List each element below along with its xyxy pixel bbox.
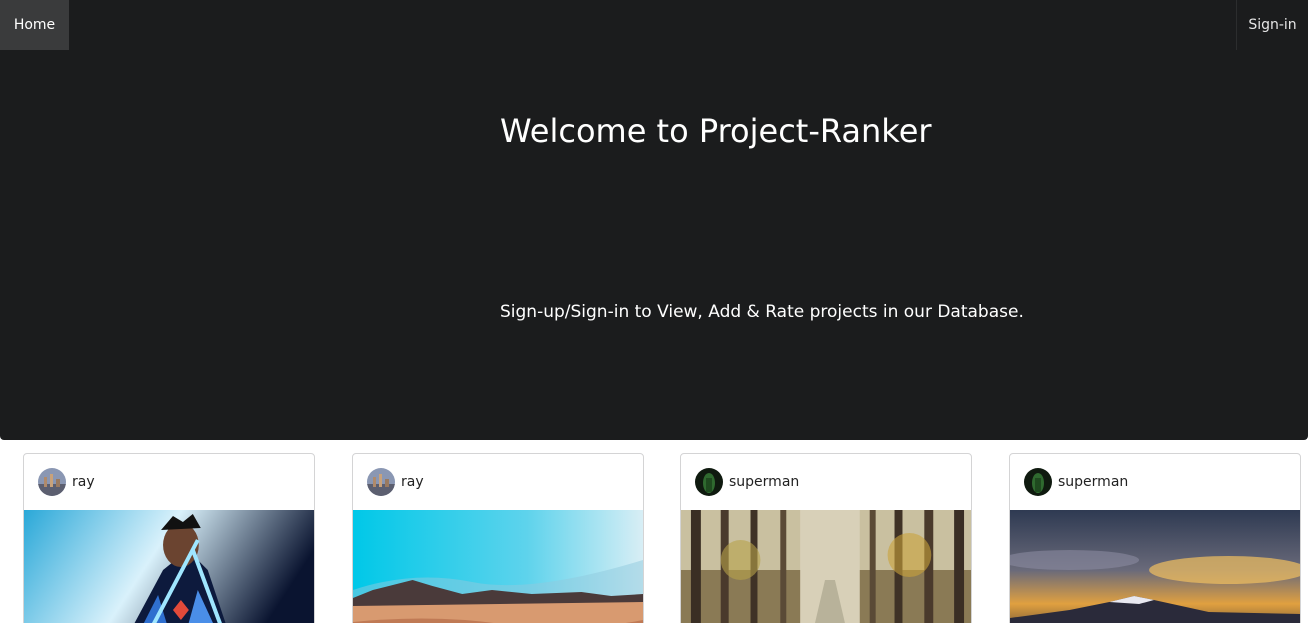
project-card[interactable]: ray <box>23 453 315 623</box>
user-avatar <box>367 468 395 496</box>
hero-banner: Welcome to Project-Ranker Sign-up/Sign-i… <box>0 50 1308 440</box>
user-avatar <box>1024 468 1052 496</box>
card-username[interactable]: superman <box>729 474 799 490</box>
user-avatar <box>38 468 66 496</box>
project-card[interactable]: superman <box>680 453 972 623</box>
top-navbar: Home Sign-in <box>0 0 1308 50</box>
hero-subtitle: Sign-up/Sign-in to View, Add & Rate proj… <box>500 302 1024 322</box>
project-image <box>681 510 971 623</box>
project-card[interactable]: superman <box>1009 453 1301 623</box>
nav-home-link[interactable]: Home <box>0 0 69 50</box>
nav-signin-link[interactable]: Sign-in <box>1236 0 1308 50</box>
project-image <box>353 510 643 623</box>
card-header: superman <box>681 454 971 510</box>
project-image <box>24 510 314 623</box>
card-username[interactable]: ray <box>401 474 424 490</box>
card-username[interactable]: ray <box>72 474 95 490</box>
card-header: ray <box>24 454 314 510</box>
hero-title: Welcome to Project-Ranker <box>500 112 932 150</box>
card-username[interactable]: superman <box>1058 474 1128 490</box>
project-image <box>1010 510 1300 623</box>
card-header: superman <box>1010 454 1300 510</box>
card-header: ray <box>353 454 643 510</box>
user-avatar <box>695 468 723 496</box>
project-card[interactable]: ray <box>352 453 644 623</box>
